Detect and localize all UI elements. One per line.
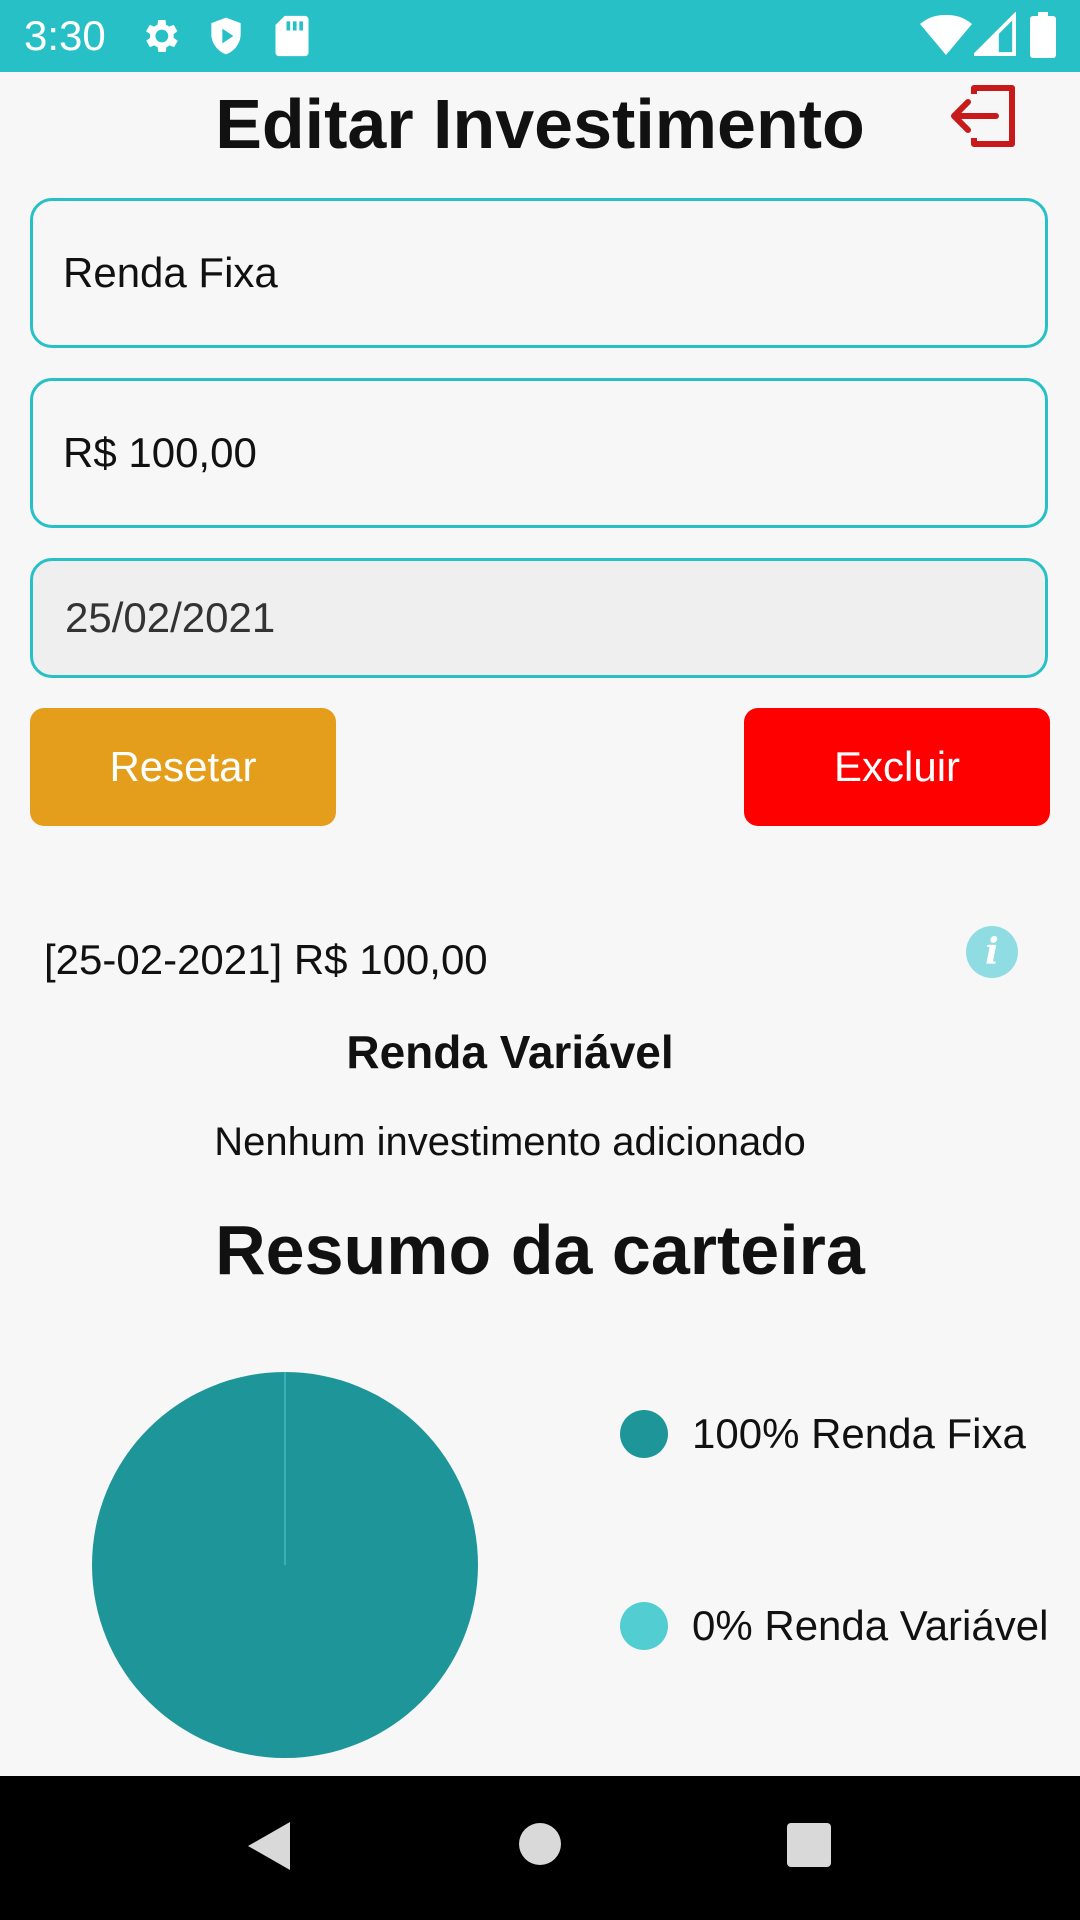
- recents-icon[interactable]: [786, 1822, 832, 1868]
- legend-label: 0% Renda Variável: [692, 1602, 1049, 1649]
- investment-type-input[interactable]: [61, 248, 1045, 298]
- investment-amount-field[interactable]: [30, 378, 1048, 528]
- status-time: 3:30: [24, 12, 106, 59]
- legend-color-dot: [620, 1410, 668, 1458]
- legend-item: 0% Renda Variável: [620, 1596, 1048, 1656]
- variable-income-empty-message: Nenhum investimento adicionado: [214, 1120, 806, 1164]
- summary-title: Resumo da carteira: [215, 1211, 865, 1289]
- home-icon[interactable]: [518, 1822, 562, 1866]
- investment-date-value: 25/02/2021: [65, 594, 276, 641]
- legend-item: 100% Renda Fixa: [620, 1404, 1026, 1464]
- portfolio-pie-chart: [92, 1372, 478, 1758]
- battery-icon: [1030, 12, 1056, 58]
- variable-income-heading: Renda Variável: [346, 1026, 674, 1078]
- gear-icon: [146, 20, 178, 52]
- back-icon[interactable]: [244, 1820, 292, 1872]
- shield-icon: [211, 17, 241, 55]
- legend-color-dot: [620, 1602, 668, 1650]
- investment-date-field[interactable]: 25/02/2021: [30, 558, 1048, 678]
- wifi-icon: [920, 14, 972, 55]
- info-icon[interactable]: i: [966, 926, 1018, 978]
- status-bar: 3:30: [0, 0, 1080, 72]
- fixed-income-entry: [25-02-2021] R$ 100,00: [44, 936, 488, 983]
- logout-icon[interactable]: [944, 84, 1020, 148]
- delete-button[interactable]: Excluir: [744, 708, 1050, 826]
- sd-card-icon: [275, 15, 309, 57]
- page-title: Editar Investimento: [215, 85, 865, 163]
- investment-type-field[interactable]: [30, 198, 1048, 348]
- signal-icon: [974, 12, 1016, 56]
- investment-amount-input[interactable]: [61, 428, 1045, 478]
- reset-button[interactable]: Resetar: [30, 708, 336, 826]
- legend-label: 100% Renda Fixa: [692, 1410, 1026, 1457]
- navigation-bar: [0, 1776, 1080, 1920]
